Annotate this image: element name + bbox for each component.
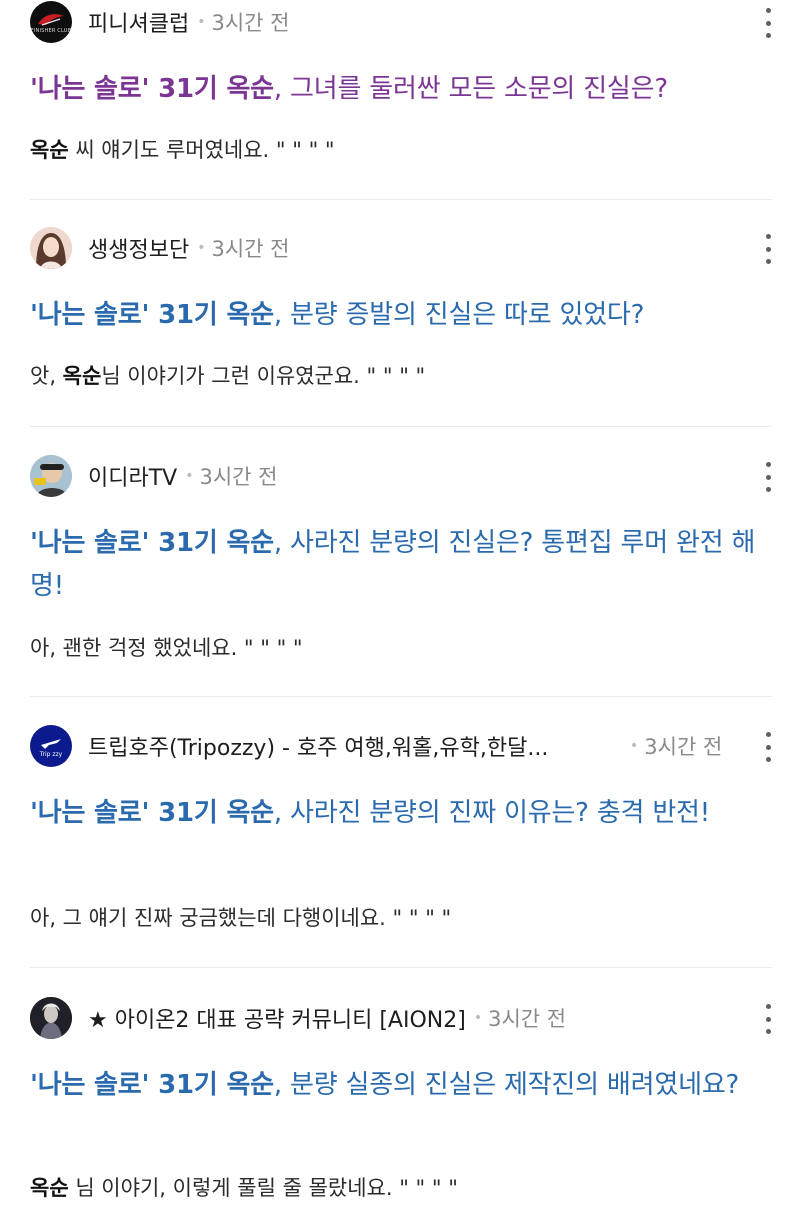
meta-row: • 3시간 전 — [622, 724, 722, 768]
result-snippet: 아, 그 얘기 진짜 궁금했는데 다행이네요. " " " " — [30, 902, 451, 932]
separator-dot: • — [630, 738, 639, 754]
source-avatar: Trip zzy — [30, 725, 72, 767]
person-avatar-icon — [30, 227, 72, 269]
person-avatar-icon — [30, 455, 72, 497]
result-title-link[interactable]: '나는 솔로' 31기 옥순, 사라진 분량의 진짜 이유는? 충격 반전! — [30, 792, 770, 835]
source-name[interactable]: 트립호주(Tripozzy) - 호주 여행,워홀,유학,한달... — [88, 730, 588, 762]
divider — [30, 426, 772, 427]
snippet-text: 님 이야기가 그런 이유였군요. " " " " — [101, 364, 426, 388]
snippet-text: 님 이야기, 이렇게 풀릴 줄 몰랐네요. " " " " — [68, 1176, 458, 1200]
source-avatar — [30, 455, 72, 497]
source-logo-icon — [38, 14, 64, 26]
result-snippet: 옥순 씨 얘기도 루머였네요. " " " " — [30, 134, 335, 164]
result-snippet: 옥순 님 이야기, 이렇게 풀릴 줄 몰랐네요. " " " " — [30, 1172, 458, 1202]
result-card: 이디라TV • 3시간 전 '나는 솔로' 31기 옥순, 사라진 분량의 진실… — [0, 454, 800, 694]
title-text: , 그녀를 둘러싼 모든 소문의 진실은? — [273, 74, 668, 104]
game-character-avatar-icon — [30, 997, 72, 1039]
source-name[interactable]: 이디라TV — [88, 460, 177, 492]
source-row[interactable]: 생생정보단 • 3시간 전 — [30, 226, 289, 270]
post-time: 3시간 전 — [644, 735, 723, 759]
more-options-icon[interactable] — [762, 234, 774, 264]
post-time: 3시간 전 — [488, 1007, 567, 1031]
title-highlight: '나는 솔로' 31기 옥순 — [30, 300, 274, 330]
source-avatar-text: Trip zzy — [39, 750, 63, 758]
snippet-text: 아, 그 얘기 진짜 궁금했는데 다행이네요. " " " " — [30, 906, 452, 930]
source-row[interactable]: 이디라TV • 3시간 전 — [30, 454, 277, 498]
post-time: 3시간 전 — [211, 237, 290, 261]
result-title-link[interactable]: '나는 솔로' 31기 옥순, 그녀를 둘러싼 모든 소문의 진실은? — [30, 68, 770, 111]
result-snippet: 아, 괜한 걱정 했었네요. " " " " — [30, 632, 303, 662]
source-row[interactable]: ★ 아이온2 대표 공략 커뮤니티 [AION2] • 3시간 전 — [30, 996, 566, 1040]
source-row[interactable]: Trip zzy 트립호주(Tripozzy) - 호주 여행,워홀,유학,한달… — [30, 724, 630, 768]
result-title-link[interactable]: '나는 솔로' 31기 옥순, 분량 증발의 진실은 따로 있었다? — [30, 294, 770, 337]
more-options-icon[interactable] — [762, 8, 774, 38]
airplane-logo-icon — [41, 738, 61, 749]
source-name[interactable]: ★ 아이온2 대표 공략 커뮤니티 [AION2] — [88, 1002, 466, 1034]
more-options-icon[interactable] — [762, 462, 774, 492]
snippet-text: 아, 괜한 걱정 했었네요. " " " " — [30, 636, 303, 660]
result-title-link[interactable]: '나는 솔로' 31기 옥순, 사라진 분량의 진실은? 통편집 루머 완전 해… — [30, 522, 770, 608]
result-card: 생생정보단 • 3시간 전 '나는 솔로' 31기 옥순, 분량 증발의 진실은… — [0, 226, 800, 426]
result-snippet: 앗, 옥순님 이야기가 그런 이유였군요. " " " " — [30, 360, 425, 390]
source-avatar: FINISHER CLUB — [30, 1, 72, 43]
title-highlight: '나는 솔로' 31기 옥순 — [30, 1070, 274, 1100]
divider — [30, 967, 772, 968]
separator-dot: • — [185, 468, 194, 484]
snippet-highlight: 옥순 — [30, 138, 69, 162]
search-results-feed: FINISHER CLUB 피니셔클럽 • 3시간 전 '나는 솔로' 31기 … — [0, 0, 800, 1219]
post-time: 3시간 전 — [199, 465, 278, 489]
title-highlight: '나는 솔로' 31기 옥순 — [30, 74, 274, 104]
title-text: , 분량 증발의 진실은 따로 있었다? — [273, 300, 645, 330]
more-options-icon[interactable] — [762, 1004, 774, 1034]
result-title-link[interactable]: '나는 솔로' 31기 옥순, 분량 실종의 진실은 제작진의 배려였네요? — [30, 1064, 770, 1107]
post-time: 3시간 전 — [211, 11, 290, 35]
snippet-text: 앗, — [30, 364, 63, 388]
source-name[interactable]: 피니셔클럽 — [88, 6, 189, 38]
snippet-highlight: 옥순 — [30, 1176, 69, 1200]
source-avatar — [30, 997, 72, 1039]
title-highlight: '나는 솔로' 31기 옥순 — [30, 798, 274, 828]
result-card: ★ 아이온2 대표 공략 커뮤니티 [AION2] • 3시간 전 '나는 솔로… — [0, 996, 800, 1219]
source-name[interactable]: 생생정보단 — [88, 232, 189, 264]
separator-dot: • — [197, 14, 206, 30]
more-options-icon[interactable] — [762, 732, 774, 762]
title-text: , 사라진 분량의 진짜 이유는? 충격 반전! — [273, 798, 710, 828]
snippet-highlight: 옥순 — [62, 364, 102, 388]
divider — [30, 199, 772, 200]
title-text: , 분량 실종의 진실은 제작진의 배려였네요? — [273, 1070, 740, 1100]
title-highlight: '나는 솔로' 31기 옥순 — [30, 528, 274, 558]
separator-dot: • — [197, 240, 206, 256]
result-card: Trip zzy 트립호주(Tripozzy) - 호주 여행,워홀,유학,한달… — [0, 724, 800, 964]
source-row[interactable]: FINISHER CLUB 피니셔클럽 • 3시간 전 — [30, 0, 289, 44]
source-avatar — [30, 227, 72, 269]
separator-dot: • — [473, 1010, 483, 1026]
snippet-text: 씨 얘기도 루머였네요. " " " " — [68, 138, 335, 162]
source-avatar-text: FINISHER CLUB — [30, 28, 72, 34]
divider — [30, 696, 772, 697]
result-card: FINISHER CLUB 피니셔클럽 • 3시간 전 '나는 솔로' 31기 … — [0, 0, 800, 200]
